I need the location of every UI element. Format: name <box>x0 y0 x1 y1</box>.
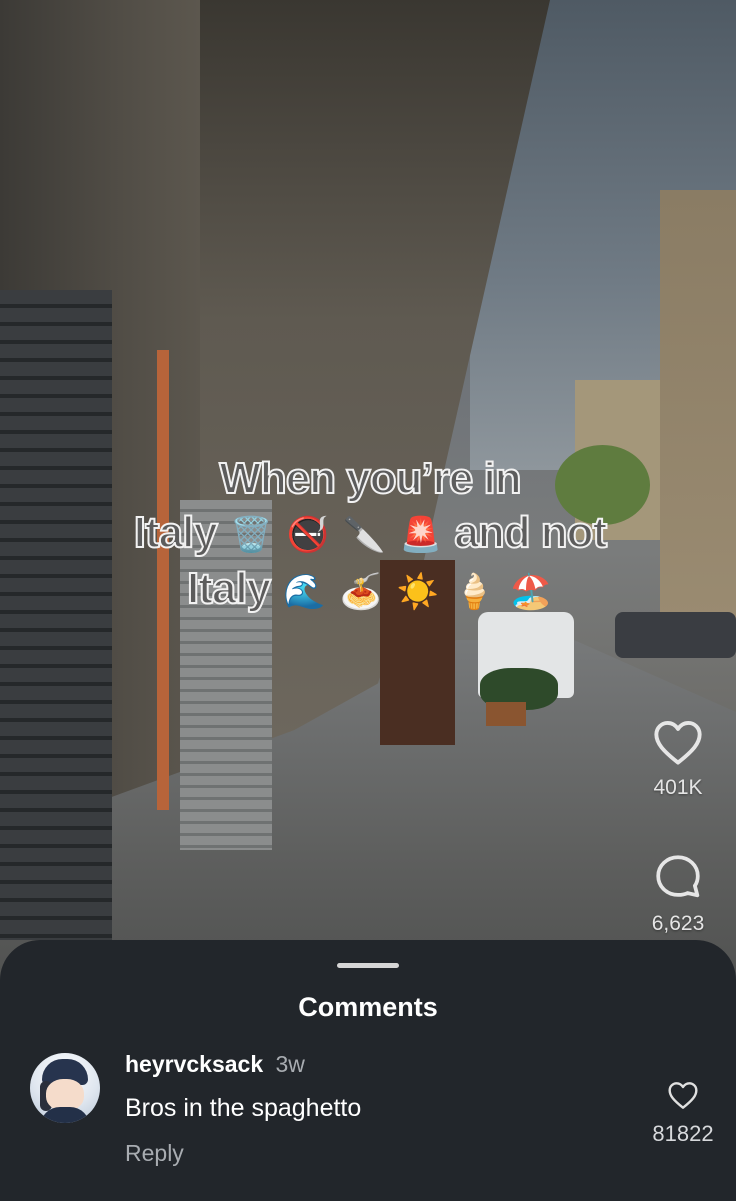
spaghetti-emoji: 🍝 <box>339 572 382 611</box>
comment-like-count: 81822 <box>652 1121 714 1146</box>
caption-line-2-start: Italy <box>133 507 219 558</box>
sheet-drag-handle[interactable] <box>337 963 399 968</box>
comment-like-button[interactable]: 81822 <box>640 1080 726 1147</box>
comments-sheet: Comments heyrvcksack 3w Bros in the spag… <box>0 940 736 1201</box>
heart-icon <box>668 1082 698 1109</box>
video-plant-pot <box>486 702 526 726</box>
reply-button[interactable]: Reply <box>125 1140 184 1167</box>
video-right-building <box>660 190 736 650</box>
like-count: 401K <box>653 776 703 799</box>
comment-header: heyrvcksack 3w <box>125 1051 305 1078</box>
comment-text: Bros in the spaghetto <box>125 1094 362 1122</box>
knife-emoji: 🔪 <box>343 516 385 555</box>
comments-title: Comments <box>298 992 438 1022</box>
like-button[interactable]: 401K <box>640 718 716 800</box>
speech-bubble-icon <box>656 855 700 898</box>
avatar[interactable] <box>30 1053 100 1123</box>
comment-count: 6,623 <box>651 912 705 935</box>
caption-line-3-start: Italy <box>186 563 272 614</box>
comment-button[interactable]: 6,623 <box>640 852 716 936</box>
siren-emoji: 🚨 <box>399 516 442 555</box>
caption-line-1: When you’re in <box>218 453 522 504</box>
video-player[interactable]: When you’re in Italy 🗑️ 🚭 🔪 🚨 and not It… <box>0 0 736 1000</box>
heart-icon <box>654 720 702 765</box>
wastebasket-emoji: 🗑️ <box>230 516 272 555</box>
comment-timestamp: 3w <box>275 1051 305 1077</box>
no-smoking-emoji: 🚭 <box>286 516 329 555</box>
wave-emoji: 🌊 <box>283 572 325 611</box>
video-caption: When you’re in Italy 🗑️ 🚭 🔪 🚨 and not It… <box>90 452 650 619</box>
caption-line-2-end: and not <box>453 507 608 558</box>
ice-cream-emoji: 🍦 <box>453 572 495 611</box>
video-parked-cars <box>615 612 736 658</box>
beach-umbrella-emoji: 🏖️ <box>509 572 552 611</box>
comment-username[interactable]: heyrvcksack <box>125 1051 263 1077</box>
caption-line-2: Italy 🗑️ 🚭 🔪 🚨 and not <box>90 506 650 562</box>
caption-line-3: Italy 🌊 🍝 ☀️ 🍦 🏖️ <box>90 562 650 618</box>
sun-emoji: ☀️ <box>396 572 438 611</box>
